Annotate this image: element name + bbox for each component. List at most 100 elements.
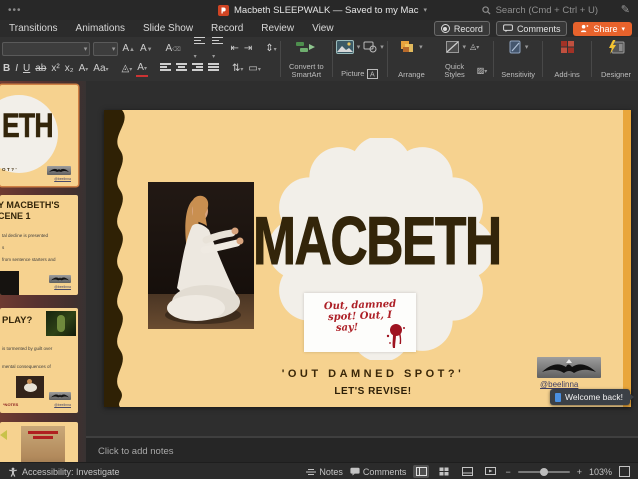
shape-fill-button[interactable]: ◬▾	[121, 63, 134, 76]
accessibility-status[interactable]: Accessibility: Investigate	[8, 467, 120, 477]
record-icon	[440, 24, 450, 33]
bullets-button[interactable]: ▾	[193, 35, 208, 63]
thumb4-poster-image	[21, 426, 65, 462]
line-spacing-button[interactable]: ⇕▾	[264, 43, 277, 56]
normal-view-button[interactable]	[413, 465, 430, 478]
tab-animations[interactable]: Animations	[67, 23, 134, 34]
thumb2-heading-line2: CENE 1	[0, 211, 31, 221]
record-button[interactable]: Record	[433, 21, 490, 36]
reading-view-button[interactable]	[459, 465, 475, 478]
normal-view-icon	[415, 467, 427, 476]
author-handle[interactable]: @beelinna	[540, 380, 578, 389]
font-color-button[interactable]: A▾	[136, 62, 148, 77]
text-box-button[interactable]: ▭▾	[247, 63, 261, 76]
title-bar: ••• Macbeth SLEEPWALK — Saved to my Mac …	[0, 0, 638, 21]
thumb3-notes-label: *NOTES	[3, 402, 19, 407]
zoom-in-button[interactable]: +	[577, 467, 582, 477]
share-person-icon	[581, 24, 589, 33]
designer-button[interactable]: Designer	[594, 37, 638, 81]
comments-toggle[interactable]: Comments	[350, 467, 406, 477]
strikethrough-button[interactable]: ab	[34, 63, 47, 75]
chevron-down-icon[interactable]: ▾	[423, 6, 427, 14]
slide-thumbnail-1[interactable]: ETH OT?' @beelinna	[0, 85, 78, 186]
document-title[interactable]: Macbeth SLEEPWALK — Saved to my Mac	[234, 5, 418, 16]
numbering-button[interactable]: ▾	[211, 35, 226, 63]
zoom-out-button[interactable]: −	[505, 467, 510, 477]
blood-splatter-icon	[386, 324, 405, 348]
align-right-button[interactable]	[191, 62, 204, 77]
italic-button[interactable]: I	[14, 63, 19, 75]
add-ins-button[interactable]: Add-ins	[545, 37, 589, 81]
justify-button[interactable]	[207, 62, 220, 77]
add-ins-icon	[560, 41, 574, 53]
underline-button[interactable]: U	[22, 63, 31, 75]
brown-wave-border	[104, 110, 125, 407]
slide-editor-area: MACBETH Out, damned spot! Out, I say! 'O…	[86, 81, 638, 436]
comments-button[interactable]: Comments	[495, 21, 568, 36]
notes-pane[interactable]: Click to add notes	[86, 436, 638, 464]
bat-logo-image	[49, 275, 71, 283]
decrease-indent-button[interactable]: ⇤	[229, 43, 239, 55]
shapes-icon	[363, 41, 377, 53]
window-controls-icon[interactable]: •••	[8, 5, 68, 16]
align-left-button[interactable]	[159, 62, 172, 77]
search-field[interactable]: Search (Cmd + Ctrl + U)	[481, 4, 598, 16]
slide-sorter-view-button[interactable]	[436, 465, 452, 478]
notes-toggle[interactable]: Notes	[306, 467, 343, 477]
tab-transitions[interactable]: Transitions	[0, 23, 67, 34]
bat-logo-image[interactable]	[537, 357, 601, 378]
lady-macbeth-photo[interactable]	[148, 182, 254, 329]
clear-formatting-button[interactable]: A⌫	[165, 43, 182, 56]
align-center-button[interactable]	[175, 62, 188, 77]
convert-to-smartart-button[interactable]: Convert to SmartArt	[283, 37, 331, 81]
slide-cta[interactable]: LET'S REVISE!	[218, 386, 528, 397]
zoom-slider-knob[interactable]	[539, 467, 548, 476]
quote-image[interactable]: Out, damned spot! Out, I say!	[304, 293, 416, 352]
subscript-button[interactable]: x₂	[64, 63, 75, 75]
grow-font-button[interactable]: A▲	[121, 43, 136, 56]
fit-slide-to-window-button[interactable]	[619, 466, 630, 477]
font-name-select[interactable]: ▾	[2, 42, 91, 56]
slideshow-view-button[interactable]	[482, 465, 498, 478]
sensitivity-icon	[509, 40, 521, 54]
panel-collapse-arrow-icon[interactable]	[0, 430, 7, 440]
arrange-button[interactable]: ▾ Arrange	[389, 37, 433, 81]
zoom-slider[interactable]	[517, 467, 570, 476]
slide-canvas[interactable]: MACBETH Out, damned spot! Out, I say! 'O…	[104, 110, 631, 407]
change-case-button[interactable]: Aa▾	[92, 63, 109, 76]
superscript-button[interactable]: x²	[50, 63, 60, 75]
notes-icon	[306, 468, 317, 475]
text-direction-button[interactable]: ⇅▾	[231, 63, 244, 76]
tab-review[interactable]: Review	[252, 23, 303, 34]
tab-view[interactable]: View	[303, 23, 343, 34]
search-placeholder: Search (Cmd + Ctrl + U)	[495, 4, 598, 16]
shape-effects-mini-icon[interactable]: ▨▾	[476, 65, 489, 78]
picture-button[interactable]: ▾ ▾ Picture A	[335, 37, 384, 81]
highlight-button[interactable]: A▾	[78, 63, 90, 76]
increase-indent-button[interactable]: ⇥	[243, 43, 253, 55]
bold-button[interactable]: B	[2, 63, 11, 75]
slide-thumbnail-3[interactable]: PLAY? is tormented by guilt over mental …	[0, 308, 78, 413]
reading-view-icon	[461, 467, 473, 476]
tab-slide-show[interactable]: Slide Show	[134, 23, 202, 34]
tab-record[interactable]: Record	[202, 23, 252, 34]
quick-styles-button[interactable]: ▾ ◬▾ Quick Styles ▨▾	[433, 37, 491, 81]
slide-subtitle[interactable]: 'OUT DAMNED SPOT?'	[218, 368, 528, 380]
slide-thumbnail-4[interactable]	[0, 422, 78, 462]
shrink-font-button[interactable]: A▼	[139, 43, 154, 56]
text-box-icon: A	[367, 69, 379, 79]
slide-sorter-icon	[439, 467, 449, 476]
slide-title[interactable]: MACBETH	[253, 207, 503, 276]
picture-icon	[335, 40, 354, 54]
edit-pencil-icon[interactable]: ✎	[621, 3, 630, 16]
font-size-select[interactable]: ▾	[93, 42, 119, 56]
sensitivity-button[interactable]: ▾ Sensitivity	[496, 37, 540, 81]
smartart-icon	[296, 42, 316, 52]
bat-logo-image	[49, 392, 71, 400]
document-title-group: Macbeth SLEEPWALK — Saved to my Mac ▾	[218, 4, 427, 16]
share-button[interactable]: Share ▾	[573, 21, 632, 36]
zoom-level[interactable]: 103%	[589, 467, 612, 477]
thumb3-bullet: mental consequences of	[2, 364, 51, 369]
slide-thumbnail-2[interactable]: Y MACBETH'S CENE 1 tal decline is presen…	[0, 195, 78, 295]
shape-fill-mini-icon[interactable]: ◬▾	[469, 41, 480, 54]
